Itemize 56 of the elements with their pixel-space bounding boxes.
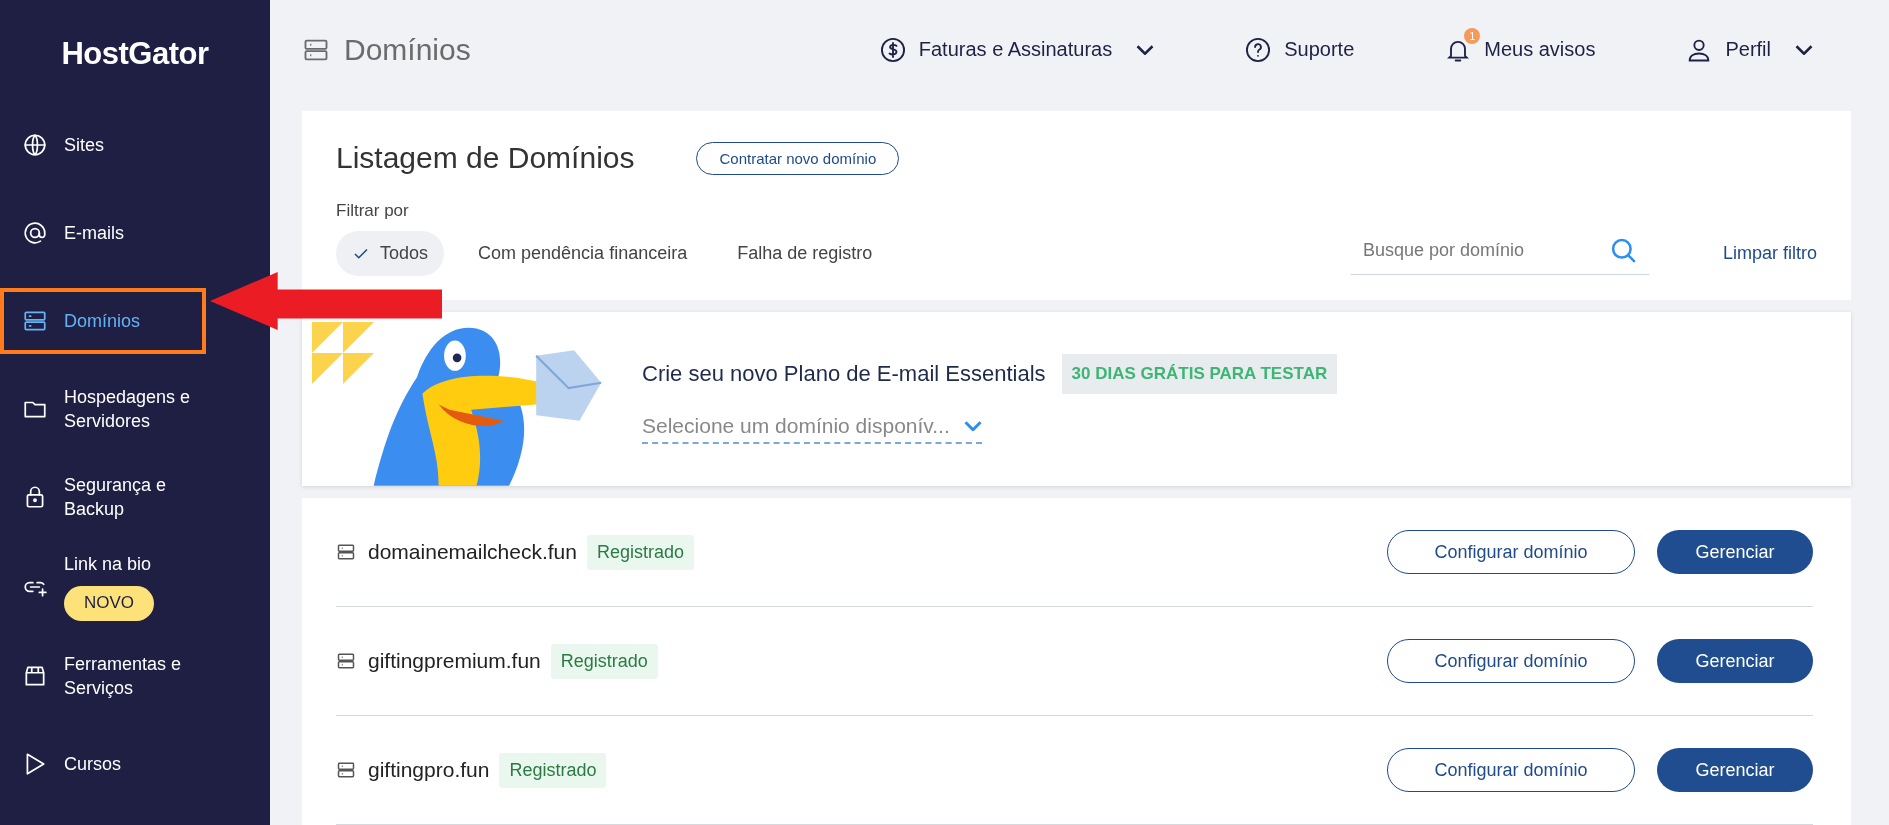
promo-tag: 30 DIAS GRÁTIS PARA TESTAR (1061, 354, 1338, 394)
chevron-down-icon (963, 421, 982, 431)
help-icon (1244, 35, 1273, 64)
sidebar-label: E-mails (64, 221, 124, 245)
domain-name: giftingpro.fun (368, 758, 490, 782)
configure-button[interactable]: Configurar domínio (1387, 639, 1635, 683)
triangles-drawing (312, 322, 374, 384)
sidebar-item[interactable]: Hospedagens e Servidores (0, 376, 270, 442)
nav-item[interactable]: Suporte (1234, 25, 1365, 74)
server-icon (22, 308, 48, 334)
server-icon (336, 542, 356, 562)
at-sign-icon (22, 220, 48, 246)
logo: HostGator (61, 36, 209, 72)
sidebar-label: Segurança e Backup (64, 473, 168, 521)
domain-name: domainemailcheck.fun (368, 540, 577, 564)
configure-button[interactable]: Configurar domínio (1387, 748, 1635, 792)
sidebar-label: Hospedagens e Servidores (64, 385, 192, 433)
filter-chip[interactable]: Todos (336, 231, 445, 276)
sidebar-item[interactable]: Segurança e Backup (0, 464, 270, 530)
manage-button[interactable]: Gerenciar (1657, 530, 1813, 574)
sidebar-label: Domínios (64, 309, 141, 333)
sidebar-label: Ferramentas e Serviços (64, 652, 183, 701)
filter-label: Filtrar por (336, 201, 410, 221)
sidebar-label: Link na bio (64, 553, 152, 576)
server-icon (336, 760, 356, 780)
sidebar-item[interactable]: E-mails (0, 200, 270, 266)
domain-select[interactable]: Selecione um domínio disponív... (642, 414, 982, 444)
manage-button[interactable]: Gerenciar (1657, 639, 1813, 683)
clear-filter-link[interactable]: Limpar filtro (1722, 243, 1817, 264)
sidebar-label: Sites (64, 133, 105, 157)
nav-item[interactable]: Faturas e Assinaturas (868, 25, 1165, 74)
promo-text: Crie seu novo Plano de E-mail Essentials (642, 361, 1046, 387)
nav-item[interactable]: Perfil (1675, 25, 1823, 74)
notification-count: 1 (1464, 27, 1481, 44)
domain-name: giftingpremium.fun (368, 649, 541, 673)
status-badge: Registrado (586, 534, 694, 570)
manage-button[interactable]: Gerenciar (1657, 748, 1813, 792)
sidebar-item[interactable]: Ferramentas e Serviços (0, 643, 270, 710)
configure-button[interactable]: Configurar domínio (1387, 530, 1635, 574)
sidebar-item[interactable]: Link na bio NOVO (0, 552, 270, 622)
sidebar-item[interactable]: Domínios (0, 288, 206, 354)
page-title: Domínios (344, 32, 471, 67)
new-domain-button[interactable]: Contratar novo domínio (696, 141, 900, 175)
filter-chip[interactable]: Falha de registro (721, 231, 889, 276)
section-title: Listagem de Domínios (336, 141, 635, 175)
new-badge: NOVO (64, 586, 155, 622)
sidebar-label: Cursos (64, 753, 121, 777)
sidebar-item[interactable]: Sites (0, 112, 270, 178)
filter-chip[interactable]: Com pendência financeira (462, 231, 704, 276)
nav-item[interactable]: 1 Meus avisos (1434, 25, 1606, 74)
globe-icon (22, 132, 48, 158)
status-badge: Registrado (550, 643, 658, 679)
server-icon (336, 651, 356, 671)
dollar-circle-icon (878, 35, 907, 64)
status-badge: Registrado (499, 752, 607, 788)
sidebar-item[interactable]: Cursos (0, 731, 270, 798)
